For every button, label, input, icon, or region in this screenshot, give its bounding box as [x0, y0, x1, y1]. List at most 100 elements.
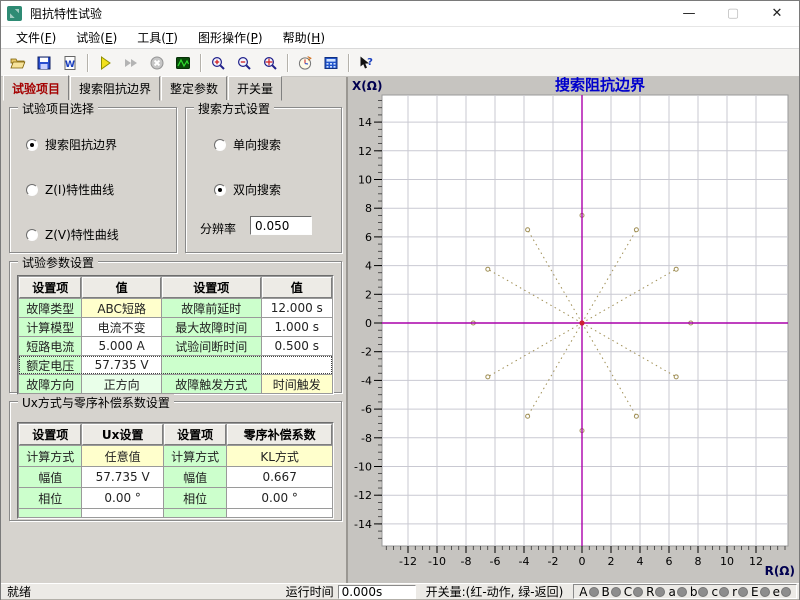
table-cell[interactable]: 57.735 V [82, 356, 161, 374]
menu-item-3[interactable]: 图形操作(P) [189, 27, 272, 48]
runtime-value: 0.000s [338, 585, 416, 599]
y-tick-label: 6 [365, 231, 372, 244]
table-cell[interactable]: 时间触发 [262, 375, 332, 393]
table-cell[interactable] [262, 356, 332, 374]
zoom-in-button[interactable] [205, 51, 231, 75]
svg-text:W: W [65, 60, 75, 70]
zoom-reset-button[interactable] [257, 51, 283, 75]
led-label: C [624, 585, 632, 599]
switch-led-r: r [732, 585, 748, 599]
close-button[interactable]: ✕ [755, 1, 799, 26]
table-cell[interactable]: 计算方式 [19, 446, 81, 466]
minimize-button[interactable]: — [667, 1, 711, 26]
table-cell[interactable]: 计算模型 [19, 318, 81, 336]
table-cell[interactable]: 故障类型 [19, 299, 81, 317]
led-label: E [751, 585, 759, 599]
table-header: 值 [82, 277, 161, 298]
led-dot-icon [633, 587, 643, 597]
table-cell[interactable]: 0.500 s [262, 337, 332, 355]
menu-item-1[interactable]: 试验(E) [67, 27, 126, 48]
stop-button[interactable] [144, 51, 170, 75]
help-button[interactable]: ? [353, 51, 379, 75]
y-tick-label: -12 [354, 489, 372, 502]
radio-icon [26, 229, 38, 241]
test-params-table[interactable]: 设置项值设置项值故障类型ABC短路故障前延时12.000 s计算模型电流不变最大… [17, 275, 334, 395]
table-cell[interactable]: 任意值 [82, 446, 163, 466]
table-cell[interactable]: 12.000 s [262, 299, 332, 317]
tab-0[interactable]: 试验项目 [3, 75, 69, 101]
table-cell[interactable]: KL方式 [227, 446, 332, 466]
resolution-label: 分辨率 [200, 220, 236, 237]
table-cell[interactable]: 电流不变 [82, 318, 161, 336]
table-header: 零序补偿系数 [227, 424, 332, 445]
table-cell[interactable] [19, 509, 81, 517]
table-cell[interactable] [162, 356, 261, 374]
calculator-button[interactable] [318, 51, 344, 75]
radio-search-radios-1[interactable]: 双向搜索 [214, 181, 281, 198]
waveform-button[interactable] [170, 51, 196, 75]
table-cell[interactable]: 故障前延时 [162, 299, 261, 317]
table-cell[interactable] [82, 509, 163, 517]
radio-label: 单向搜索 [233, 136, 281, 153]
radio-project-radios-2[interactable]: Z(V)特性曲线 [26, 226, 119, 243]
tab-1[interactable]: 搜索阻抗边界 [70, 76, 160, 101]
table-cell[interactable]: 0.00 ° [82, 488, 163, 508]
menu-item-0[interactable]: 文件(F) [7, 27, 65, 48]
table-cell[interactable]: 相位 [164, 488, 226, 508]
export-word-button[interactable]: W [57, 51, 83, 75]
table-row: 幅值57.735 V幅值0.667 [19, 467, 332, 487]
table-cell[interactable]: 最大故障时间 [162, 318, 261, 336]
table-cell[interactable] [227, 509, 332, 517]
x-tick-label: -4 [519, 555, 530, 568]
switch-led-A: A [579, 585, 598, 599]
table-cell[interactable] [164, 509, 226, 517]
table-header: 设置项 [19, 424, 81, 445]
tab-3[interactable]: 开关量 [228, 76, 282, 101]
save-button[interactable] [31, 51, 57, 75]
table-cell[interactable]: 0.00 ° [227, 488, 332, 508]
table-cell[interactable]: 故障方向 [19, 375, 81, 393]
led-label: r [732, 585, 737, 599]
ux-settings-table[interactable]: 设置项Ux设置设置项零序补偿系数计算方式任意值计算方式KL方式幅值57.735 … [17, 422, 334, 519]
table-cell[interactable]: 57.735 V [82, 467, 163, 487]
timer-button[interactable] [292, 51, 318, 75]
table-row: 额定电压57.735 V [19, 356, 332, 374]
waveform-icon [175, 55, 191, 71]
resolution-input[interactable] [250, 216, 312, 235]
impedance-chart-panel: -14-12-10-8-6-4-202468101214-12-10-8-6-4… [348, 77, 799, 583]
menu-item-2[interactable]: 工具(T) [128, 27, 187, 48]
run-button[interactable] [92, 51, 118, 75]
open-button[interactable] [5, 51, 31, 75]
table-row: 相位0.00 °相位0.00 ° [19, 488, 332, 508]
table-cell[interactable]: 计算方式 [164, 446, 226, 466]
maximize-button[interactable]: ▢ [711, 1, 755, 26]
x-tick-label: -2 [548, 555, 559, 568]
impedance-boundary-chart[interactable]: -14-12-10-8-6-4-202468101214-12-10-8-6-4… [348, 77, 799, 583]
table-cell[interactable]: 故障触发方式 [162, 375, 261, 393]
zoom-out-button[interactable] [231, 51, 257, 75]
radio-selected-icon [26, 139, 38, 151]
table-row: 故障类型ABC短路故障前延时12.000 s [19, 299, 332, 317]
radio-project-radios-1[interactable]: Z(I)特性曲线 [26, 181, 114, 198]
group-search-mode-title: 搜索方式设置 [194, 100, 274, 117]
radio-project-radios-0[interactable]: 搜索阻抗边界 [26, 136, 117, 153]
table-cell[interactable]: 额定电压 [19, 356, 81, 374]
menu-item-4[interactable]: 帮助(H) [274, 27, 334, 48]
table-cell[interactable]: 幅值 [19, 467, 81, 487]
table-cell[interactable]: 试验间断时间 [162, 337, 261, 355]
table-cell[interactable]: 正方向 [82, 375, 161, 393]
group-test-params: 试验参数设置 设置项值设置项值故障类型ABC短路故障前延时12.000 s计算模… [9, 261, 342, 393]
table-cell[interactable]: 相位 [19, 488, 81, 508]
x-tick-label: 0 [579, 555, 586, 568]
table-cell[interactable]: 幅值 [164, 467, 226, 487]
table-row [19, 509, 332, 517]
table-cell[interactable]: ABC短路 [82, 299, 161, 317]
radio-search-radios-0[interactable]: 单向搜索 [214, 136, 281, 153]
table-cell[interactable]: 短路电流 [19, 337, 81, 355]
table-cell[interactable]: 5.000 A [82, 337, 161, 355]
table-cell[interactable]: 1.000 s [262, 318, 332, 336]
open-icon [10, 55, 26, 71]
table-cell[interactable]: 0.667 [227, 467, 332, 487]
fast-forward-button[interactable] [118, 51, 144, 75]
tab-2[interactable]: 整定参数 [161, 76, 227, 101]
